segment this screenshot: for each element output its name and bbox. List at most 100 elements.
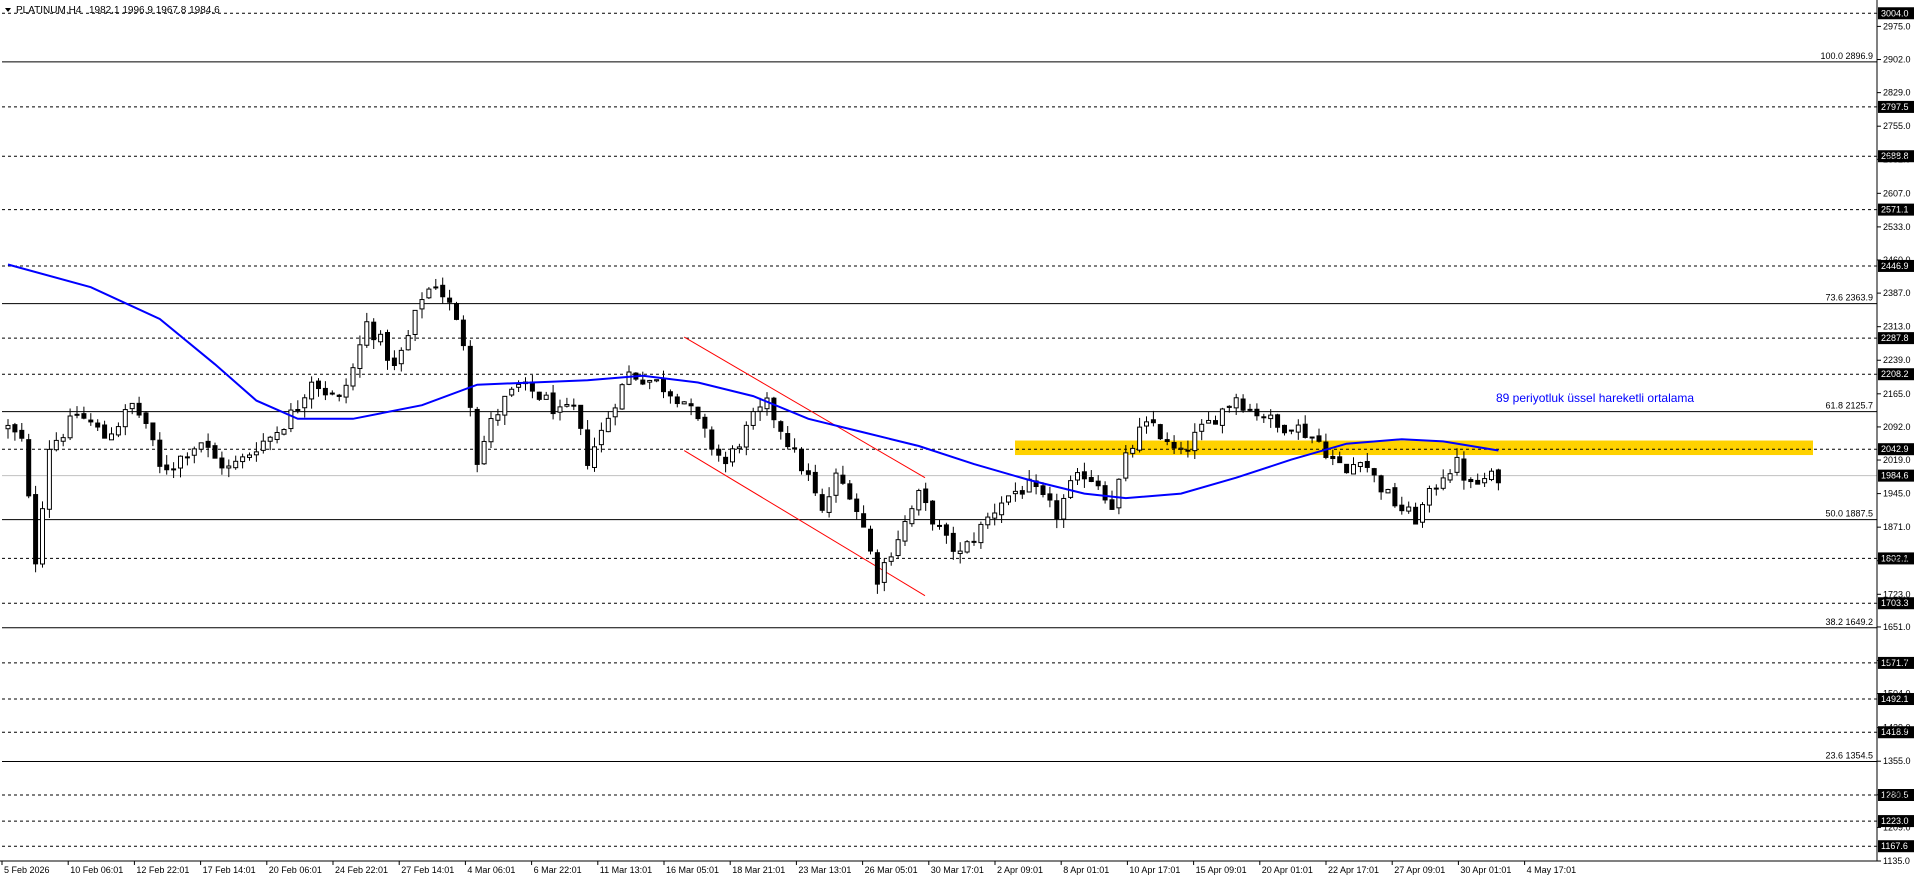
candle-body xyxy=(1295,424,1301,433)
candle-body xyxy=(854,498,860,512)
candle-body xyxy=(53,439,59,451)
candle-body xyxy=(1268,414,1274,420)
candle-body xyxy=(95,422,101,428)
candle-body xyxy=(60,437,66,442)
candle-body xyxy=(412,309,418,335)
candle-body xyxy=(647,379,653,383)
level-price-label: 1703.3 xyxy=(1881,598,1909,608)
candle-body xyxy=(1095,480,1101,487)
candle-body xyxy=(833,472,839,496)
candle-body xyxy=(1116,478,1122,509)
candle-body xyxy=(847,483,853,500)
price-tick-label: 1135.0 xyxy=(1883,856,1910,866)
price-tick-label: 1871.0 xyxy=(1883,522,1911,532)
candle-body xyxy=(619,384,625,410)
candle-body xyxy=(1171,441,1177,449)
time-tick-label: 23 Mar 13:01 xyxy=(798,865,851,875)
candle-body xyxy=(350,367,356,387)
candle-body xyxy=(716,448,722,456)
candle-body xyxy=(1371,468,1377,476)
time-tick-label: 26 Mar 05:01 xyxy=(865,865,918,875)
time-tick-label: 18 Mar 21:01 xyxy=(732,865,785,875)
candle-body xyxy=(164,464,170,471)
candle-body xyxy=(516,383,522,388)
candle-body xyxy=(771,397,777,421)
fibonacci-level-label: 23.6 1354.5 xyxy=(1825,750,1873,760)
candle-body xyxy=(88,419,94,423)
candle-body xyxy=(1302,423,1308,438)
candle-body xyxy=(1164,439,1170,442)
candle-body xyxy=(1406,506,1412,512)
candle-body xyxy=(819,494,825,511)
price-tick-label: 2019.0 xyxy=(1883,455,1911,465)
candle-body xyxy=(405,335,411,351)
candle-body xyxy=(978,523,984,544)
fibonacci-level-label: 50.0 1887.5 xyxy=(1825,509,1873,519)
candle-body xyxy=(509,388,515,396)
level-price-label: 3004.0 xyxy=(1881,8,1909,18)
candle-body xyxy=(730,448,735,463)
candle-body xyxy=(1288,429,1294,432)
candle-body xyxy=(129,402,135,410)
candle-body xyxy=(612,407,618,418)
price-tick-label: 2313.0 xyxy=(1883,322,1911,332)
fibonacci-level-label: 100.0 2896.9 xyxy=(1820,51,1873,61)
candle-body xyxy=(598,429,604,446)
time-tick-label: 10 Feb 06:01 xyxy=(70,865,123,875)
candle-body xyxy=(681,401,687,405)
price-tick-label: 1723.0 xyxy=(1883,589,1911,599)
time-tick-label: 12 Feb 22:01 xyxy=(136,865,189,875)
candle-body xyxy=(695,406,701,420)
candle-body xyxy=(902,521,908,542)
candle-body xyxy=(419,299,425,310)
price-tick-label: 1577.0 xyxy=(1883,656,1911,666)
price-tick-label: 1504.0 xyxy=(1883,689,1911,699)
candle-body xyxy=(688,403,694,407)
time-tick-label: 6 Mar 22:01 xyxy=(534,865,582,875)
candle-body xyxy=(1088,477,1094,483)
candle-body xyxy=(205,440,211,448)
candle-body xyxy=(281,429,287,435)
candle-body xyxy=(212,445,218,459)
price-tick-label: 2682.0 xyxy=(1883,154,1911,164)
price-chart[interactable]: 3004.0 2797.5 2688.8 2571.1 2446.9 2287.8 2208… xyxy=(0,0,1916,879)
price-tick-label: 2902.0 xyxy=(1883,55,1911,65)
candle-body xyxy=(868,528,873,552)
candle-body xyxy=(33,494,39,565)
candle-body xyxy=(881,562,887,583)
candle-body xyxy=(1330,455,1336,460)
candle-body xyxy=(1157,424,1163,440)
candle-body xyxy=(943,524,949,536)
chart-canvas[interactable]: 3004.02797.52688.82571.12446.92287.82208… xyxy=(0,0,1916,879)
candle-body xyxy=(557,406,563,413)
price-tick-label: 1651.0 xyxy=(1883,622,1911,632)
candle-body xyxy=(812,471,818,494)
candle-body xyxy=(1378,475,1384,493)
time-tick-label: 27 Feb 14:01 xyxy=(401,865,454,875)
candle-body xyxy=(1185,449,1191,452)
candle-body xyxy=(1054,500,1060,520)
candle-body xyxy=(930,500,936,525)
candle-body xyxy=(474,408,480,465)
candle-body xyxy=(1426,487,1432,506)
candle-body xyxy=(191,448,197,456)
candle-body xyxy=(1475,479,1481,485)
candle-body xyxy=(1192,431,1198,452)
time-tick-label: 5 Feb 2026 xyxy=(4,865,50,875)
time-tick-label: 8 Apr 01:01 xyxy=(1063,865,1109,875)
candle-body xyxy=(709,429,715,450)
candle-body xyxy=(391,357,397,367)
candle-body xyxy=(46,448,52,510)
candle-body xyxy=(1461,458,1467,481)
candle-body xyxy=(957,550,963,555)
candle-body xyxy=(1351,464,1356,475)
level-price-label: 1167.6 xyxy=(1881,841,1908,851)
candle-body xyxy=(157,439,163,467)
candle-body xyxy=(1440,477,1446,489)
candle-body xyxy=(640,379,646,385)
candle-body xyxy=(226,465,232,469)
candle-body xyxy=(661,378,666,393)
candle-body xyxy=(1006,495,1011,503)
chart-background xyxy=(0,0,1916,879)
candle-body xyxy=(1254,408,1260,417)
